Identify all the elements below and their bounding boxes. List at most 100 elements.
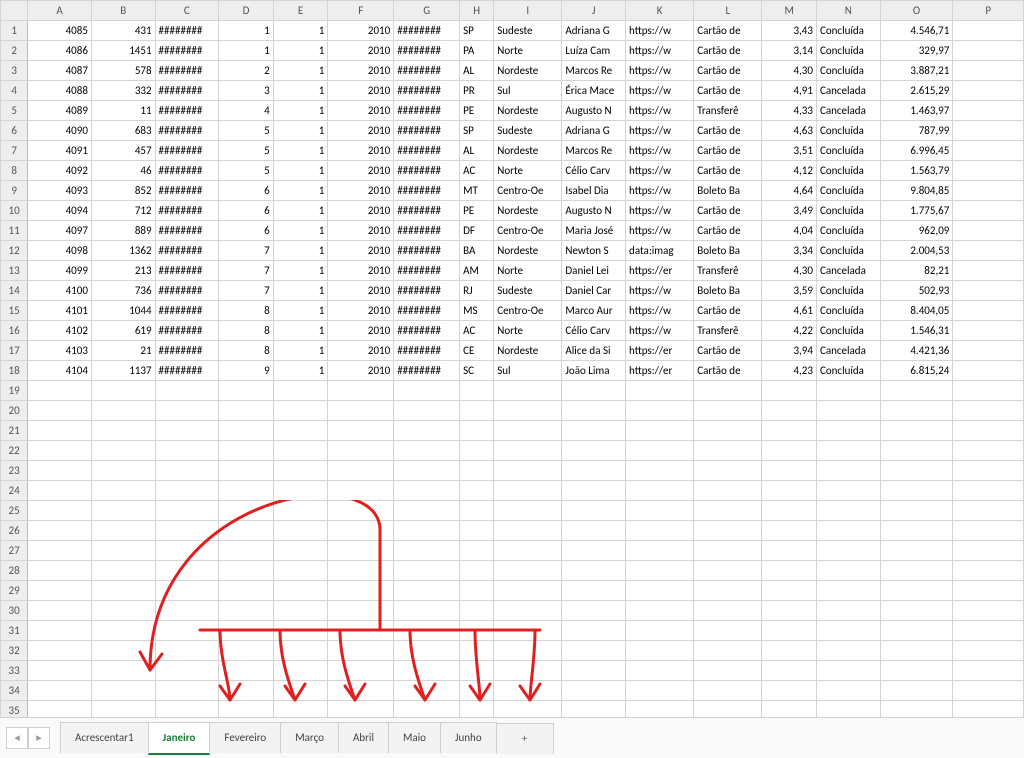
- cell[interactable]: BA: [460, 241, 494, 261]
- cell[interactable]: https://w: [626, 161, 694, 181]
- cell[interactable]: [273, 461, 328, 481]
- col-header[interactable]: F: [328, 1, 394, 21]
- cell[interactable]: Concluída: [816, 161, 880, 181]
- cell[interactable]: Célio Carv: [562, 321, 626, 341]
- cell[interactable]: [762, 561, 817, 581]
- cell[interactable]: [394, 381, 460, 401]
- cell[interactable]: https://er: [626, 261, 694, 281]
- cell[interactable]: [953, 341, 1024, 361]
- cell[interactable]: [219, 521, 274, 541]
- row-header[interactable]: 6: [1, 121, 28, 141]
- cell[interactable]: 4102: [28, 321, 92, 341]
- cell[interactable]: [91, 561, 155, 581]
- cell[interactable]: [626, 541, 694, 561]
- row-header[interactable]: 32: [1, 641, 28, 661]
- cell[interactable]: 4,12: [762, 161, 817, 181]
- cell[interactable]: ########: [394, 21, 460, 41]
- cell[interactable]: [460, 401, 494, 421]
- cell[interactable]: [880, 581, 953, 601]
- cell[interactable]: Sudeste: [494, 21, 562, 41]
- cell[interactable]: Cartão de: [694, 361, 762, 381]
- cell[interactable]: ########: [155, 361, 219, 381]
- cell[interactable]: [562, 501, 626, 521]
- cell[interactable]: [562, 381, 626, 401]
- cell[interactable]: 4086: [28, 41, 92, 61]
- cell[interactable]: [155, 581, 219, 601]
- cell[interactable]: [155, 601, 219, 621]
- cell[interactable]: [273, 581, 328, 601]
- cell[interactable]: [816, 401, 880, 421]
- cell[interactable]: [694, 421, 762, 441]
- sheet-tab[interactable]: Março: [280, 722, 339, 753]
- cell[interactable]: [494, 581, 562, 601]
- cell[interactable]: 4,30: [762, 61, 817, 81]
- cell[interactable]: 889: [91, 221, 155, 241]
- cell[interactable]: [562, 541, 626, 561]
- cell[interactable]: 4104: [28, 361, 92, 381]
- cell[interactable]: [219, 541, 274, 561]
- cell[interactable]: [953, 301, 1024, 321]
- cell[interactable]: [394, 581, 460, 601]
- cell[interactable]: [460, 621, 494, 641]
- cell[interactable]: [273, 621, 328, 641]
- cell[interactable]: [694, 441, 762, 461]
- cell[interactable]: [694, 561, 762, 581]
- cell[interactable]: Cancelada: [816, 261, 880, 281]
- cell[interactable]: 6.815,24: [880, 361, 953, 381]
- cell[interactable]: 736: [91, 281, 155, 301]
- cell[interactable]: https://er: [626, 361, 694, 381]
- cell[interactable]: [816, 561, 880, 581]
- cell[interactable]: [762, 501, 817, 521]
- cell[interactable]: [155, 621, 219, 641]
- cell[interactable]: ########: [155, 321, 219, 341]
- cell[interactable]: 578: [91, 61, 155, 81]
- sheet-tab[interactable]: Janeiro: [148, 722, 211, 755]
- tab-nav-prev[interactable]: ◂: [6, 727, 28, 749]
- cell[interactable]: [816, 661, 880, 681]
- cell[interactable]: [694, 541, 762, 561]
- cell[interactable]: 329,97: [880, 41, 953, 61]
- cell[interactable]: [880, 541, 953, 561]
- cell[interactable]: ########: [394, 341, 460, 361]
- cell[interactable]: DF: [460, 221, 494, 241]
- cell[interactable]: ########: [155, 101, 219, 121]
- cell[interactable]: 4,61: [762, 301, 817, 321]
- tab-nav-next[interactable]: ▸: [28, 727, 50, 749]
- cell[interactable]: 1.463,97: [880, 101, 953, 121]
- cell[interactable]: [762, 441, 817, 461]
- cell[interactable]: 2010: [328, 201, 394, 221]
- col-header[interactable]: O: [880, 1, 953, 21]
- cell[interactable]: 1: [273, 361, 328, 381]
- cell[interactable]: [762, 541, 817, 561]
- cell[interactable]: 4.546,71: [880, 21, 953, 41]
- cell[interactable]: Augusto N: [562, 201, 626, 221]
- cell[interactable]: [816, 481, 880, 501]
- cell[interactable]: Isabel Dia: [562, 181, 626, 201]
- cell[interactable]: ########: [155, 261, 219, 281]
- select-all-corner[interactable]: [1, 1, 28, 21]
- cell[interactable]: https://w: [626, 21, 694, 41]
- cell[interactable]: [494, 661, 562, 681]
- cell[interactable]: 2.615,29: [880, 81, 953, 101]
- cell[interactable]: ########: [394, 361, 460, 381]
- cell[interactable]: [494, 641, 562, 661]
- cell[interactable]: 3,51: [762, 141, 817, 161]
- cell[interactable]: 4,91: [762, 81, 817, 101]
- cell[interactable]: [28, 521, 92, 541]
- cell[interactable]: Augusto N: [562, 101, 626, 121]
- cell[interactable]: AC: [460, 161, 494, 181]
- cell[interactable]: AL: [460, 141, 494, 161]
- cell[interactable]: [394, 521, 460, 541]
- cell[interactable]: Norte: [494, 161, 562, 181]
- row-header[interactable]: 8: [1, 161, 28, 181]
- cell[interactable]: 4094: [28, 201, 92, 221]
- cell[interactable]: [328, 381, 394, 401]
- cell[interactable]: ########: [155, 21, 219, 41]
- cell[interactable]: [273, 641, 328, 661]
- cell[interactable]: Cartão de: [694, 121, 762, 141]
- cell[interactable]: [91, 661, 155, 681]
- cell[interactable]: [219, 581, 274, 601]
- cell[interactable]: PE: [460, 201, 494, 221]
- cell[interactable]: [91, 681, 155, 701]
- cell[interactable]: [626, 401, 694, 421]
